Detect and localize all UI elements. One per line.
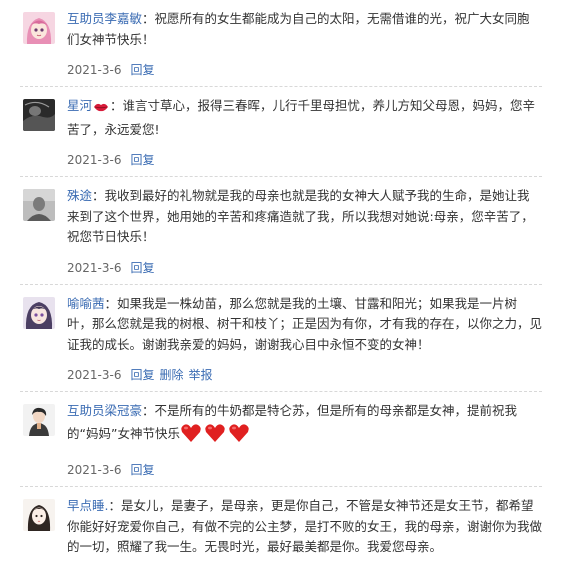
comment-separator: ： [142, 403, 155, 418]
comment-list: 互助员李嘉敏：祝愿所有的女生都能成为自己的太阳，无需借谁的光，祝广大女同胞们女神… [0, 0, 564, 566]
delete-button[interactable]: 删除 [159, 368, 183, 382]
reply-button[interactable]: 回复 [130, 63, 154, 77]
comment-item: 早点睡.：是女儿，是妻子，是母亲，更是你自己，不管是女神节还是女王节，都希望你能… [20, 487, 542, 566]
user-avatar[interactable] [23, 189, 55, 221]
cartoon-person-avatar [23, 404, 55, 436]
comment-date: 2021-3-6 [67, 153, 122, 167]
comment-date: 2021-3-6 [67, 368, 122, 382]
user-avatar[interactable] [23, 499, 55, 531]
comment-text: 如果我是一株幼苗，那么您就是我的土壤、甘露和阳光；如果我是一片树叶，那么您就是我… [67, 295, 543, 352]
user-avatar[interactable] [23, 404, 55, 436]
comment-username[interactable]: 星河 [67, 98, 92, 113]
anime-girl-purple-hair-avatar [23, 296, 55, 329]
comment-item: 星河 ：谁言寸草心，报得三春晖，儿行千里母担忧，养儿方知父母恩，妈妈，您辛苦了，永… [20, 87, 542, 177]
comment-item: 互助员梁冠豪：不是所有的牛奶都是特仑苏，但是所有的母亲都是女神，提前祝我的“妈妈… [20, 392, 542, 487]
dark-photo-avatar [23, 99, 55, 131]
comment-item: 互助员李嘉敏：祝愿所有的女生都能成为自己的太阳，无需借谁的光，祝广大女同胞们女神… [20, 0, 542, 87]
comment-separator: ： [110, 98, 123, 113]
comment-item: 殊途：我收到最好的礼物就是我的母亲也就是我的女神大人赋予我的生命，是她让我来到了… [20, 177, 542, 285]
comment-date: 2021-3-6 [67, 463, 122, 477]
reply-button[interactable]: 回复 [130, 368, 154, 382]
comment-separator: ： [92, 188, 105, 203]
comment-item: 喻喻茜：如果我是一株幼苗，那么您就是我的土壤、甘露和阳光；如果我是一片树叶，那么… [20, 285, 543, 392]
user-avatar[interactable] [23, 12, 55, 44]
comment-text: 是女儿，是妻子，是母亲，更是你自己，不管是女神节还是女王节，都希望你能好好宠爱你… [67, 498, 543, 554]
comment-date: 2021-3-6 [67, 63, 122, 77]
lips-icon [93, 99, 109, 120]
comment-username[interactable]: 互助员李嘉敏 [67, 11, 142, 26]
comment-username[interactable]: 喻喻茜 [67, 296, 105, 311]
anime-girl-pink-hair-avatar [23, 12, 55, 44]
comment-username[interactable]: 早点睡. [67, 498, 108, 513]
grey-photo-avatar [23, 189, 55, 221]
comment-date: 2021-3-6 [67, 260, 122, 275]
sketch-girl-avatar [23, 499, 55, 531]
comment-text: 我收到最好的礼物就是我的母亲也就是我的女神大人赋予我的生命，是她让我来到了这个世… [67, 188, 534, 244]
user-avatar[interactable] [23, 99, 55, 131]
comment-separator: ： [104, 295, 118, 311]
reply-button[interactable]: 回复 [130, 153, 154, 167]
comment-text: 谁言寸草心，报得三春晖，儿行千里母担忧，养儿方知父母恩，妈妈，您辛苦了，永远爱您… [67, 98, 536, 137]
user-avatar[interactable] [23, 296, 55, 329]
comment-separator: ： [142, 11, 155, 26]
comment-username[interactable]: 殊途 [67, 188, 92, 203]
reply-button[interactable]: 回复 [130, 261, 154, 275]
comment-username[interactable]: 互助员梁冠豪 [67, 403, 142, 418]
reply-button[interactable]: 回复 [130, 463, 154, 477]
report-button[interactable]: 举报 [189, 368, 213, 382]
three-red-hearts [180, 422, 252, 451]
comment-separator: ： [108, 498, 121, 513]
